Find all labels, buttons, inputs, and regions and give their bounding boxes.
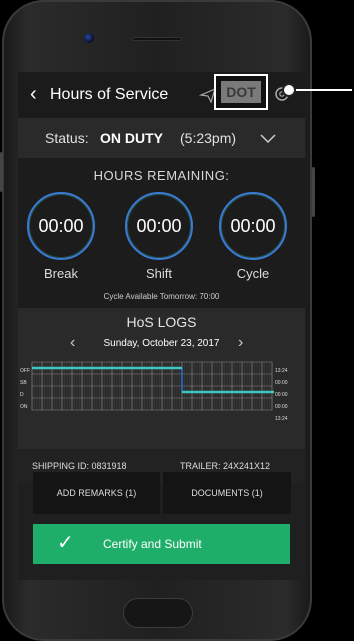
cycle-label: Cycle [236,266,270,281]
app-header: ‹ Hours of Service DOT [18,72,305,118]
row-label-on: ON [20,404,28,410]
hos-logs-panel: HoS LOGS ‹ Sunday, October 23, 2017 › OF… [18,308,305,449]
logs-title: HoS LOGS [126,314,197,330]
break-label: Break [44,266,78,281]
add-remarks-button[interactable]: ADD REMARKS (1) [33,472,160,514]
shift-label: Shift [145,266,172,281]
row-total-on: 00:00 [275,404,288,410]
duty-status-step-line [32,367,274,393]
row-total-sb: 00:00 [275,380,288,386]
row-label-off: OFF [20,368,30,374]
chevron-left-icon[interactable]: ‹ [30,84,37,104]
callout-marker [282,83,296,97]
status-time: (5:23pm) [180,130,237,146]
earpiece-speaker [132,37,182,41]
cycle-timer-value: 00:00 [230,215,276,236]
check-icon: ✓ [57,532,74,554]
chevron-down-icon[interactable] [260,134,276,144]
chevron-right-icon[interactable]: › [238,334,243,352]
shipping-id: SHIPPING ID: 0831918 [32,461,127,471]
hours-remaining-title: HOURS REMAINING: [93,168,230,183]
certify-submit-button[interactable]: ✓ Certify and Submit [33,524,290,564]
date-navigator: ‹ Sunday, October 23, 2017 › [18,334,305,354]
log-date: Sunday, October 23, 2017 [103,338,220,349]
break-timer: 00:00 [27,192,95,260]
dot-inspection-button[interactable]: DOT [214,74,268,110]
action-buttons: ADD REMARKS (1) DOCUMENTS (1) [18,472,305,514]
status-bar[interactable]: Status: ON DUTY (5:23pm) [18,118,305,158]
cycle-available-note: Cycle Available Tomorrow: 70:00 [103,292,220,301]
status-label: Status: [45,130,89,146]
break-timer-value: 00:00 [38,215,84,236]
cycle-timer: 00:00 [219,192,287,260]
row-label-d: D [20,392,24,398]
hos-log-graph [31,361,274,411]
power-button [312,167,315,217]
row-total-sum: 13:24 [275,416,288,422]
page-title: Hours of Service [50,86,169,103]
shift-timer-value: 00:00 [136,215,182,236]
row-total-d: 00:00 [275,392,288,398]
dot-label: DOT [221,81,261,103]
callout-line [296,89,352,91]
front-camera [84,33,94,43]
certify-label: Certify and Submit [103,537,202,551]
row-total-off: 13:24 [275,368,288,374]
volume-button [0,152,3,192]
trailer-id: TRAILER: 24X241X12 [180,461,271,471]
phone-frame: ‹ Hours of Service DOT Status: ON DUTY (… [0,0,315,641]
hours-remaining-panel: HOURS REMAINING: 00:00 00:00 00:00 Break… [18,158,305,308]
shift-timer: 00:00 [125,192,193,260]
home-button[interactable] [123,598,193,628]
screen-bottom [18,564,305,580]
row-label-sb: SB [20,380,27,386]
status-value: ON DUTY [100,130,163,146]
app-screen: ‹ Hours of Service DOT Status: ON DUTY (… [18,72,305,580]
documents-button[interactable]: DOCUMENTS (1) [163,472,291,514]
